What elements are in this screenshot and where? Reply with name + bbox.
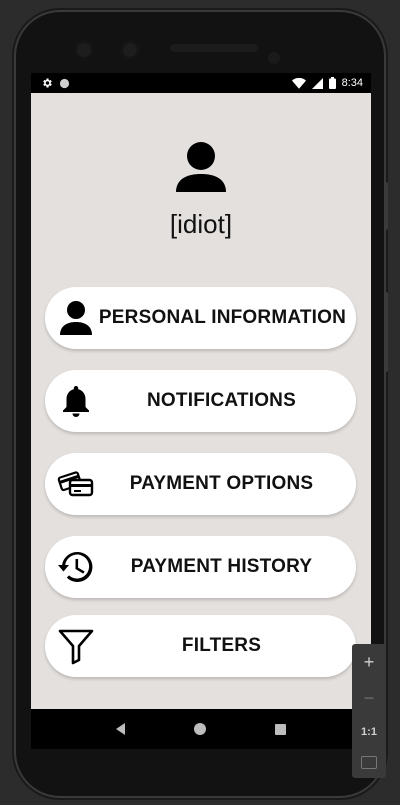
button-label: PAYMENT HISTORY [130, 556, 313, 577]
recents-icon[interactable] [275, 723, 287, 735]
status-time: 8:34 [341, 77, 363, 89]
user-icon [60, 301, 92, 335]
avatar-user-icon [176, 142, 226, 192]
button-label: PAYMENT OPTIONS [129, 473, 314, 494]
device-screen: 8:34 [idiot] PERSONAL INFORMATION NOTIFI… [31, 73, 371, 749]
camera-icon [74, 40, 94, 60]
username: [idiot] [169, 209, 233, 239]
circle-icon [59, 78, 70, 88]
payment-options-button[interactable]: PAYMENT OPTIONS [45, 453, 356, 515]
button-label: PERSONAL INFORMATION [98, 307, 347, 328]
history-icon [58, 551, 93, 582]
volume-button [384, 292, 388, 372]
button-label: FILTERS [181, 635, 262, 656]
fit-screen-icon[interactable] [361, 755, 377, 769]
zoom-in-button[interactable]: + [364, 653, 375, 671]
bell-icon [63, 386, 89, 417]
camera-icon [120, 40, 140, 60]
power-button [384, 182, 388, 230]
payment-history-button[interactable]: PAYMENT HISTORY [45, 536, 356, 598]
credit-cards-icon [57, 471, 94, 497]
filter-icon [58, 629, 94, 665]
actual-size-button[interactable]: 1:1 [361, 726, 377, 738]
emulator-stage: 8:34 [idiot] PERSONAL INFORMATION NOTIFI… [0, 0, 400, 805]
wifi-icon [291, 77, 306, 89]
navigation-bar [31, 709, 371, 749]
personal-information-button[interactable]: PERSONAL INFORMATION [45, 287, 356, 349]
profile-screen: [idiot] PERSONAL INFORMATION NOTIFICATIO… [31, 93, 371, 709]
home-icon[interactable] [193, 723, 206, 735]
status-bar: 8:34 [31, 73, 371, 93]
notifications-button[interactable]: NOTIFICATIONS [45, 370, 356, 432]
back-icon[interactable] [115, 723, 125, 735]
zoom-controls: + − 1:1 [352, 644, 386, 778]
speaker-grille [170, 44, 258, 52]
gear-icon [43, 78, 52, 88]
battery-icon [328, 77, 336, 89]
button-label: NOTIFICATIONS [147, 390, 296, 411]
zoom-out-button[interactable]: − [364, 689, 375, 707]
signal-icon [311, 77, 323, 89]
filters-button[interactable]: FILTERS [45, 615, 356, 677]
sensor-dot [268, 52, 280, 64]
